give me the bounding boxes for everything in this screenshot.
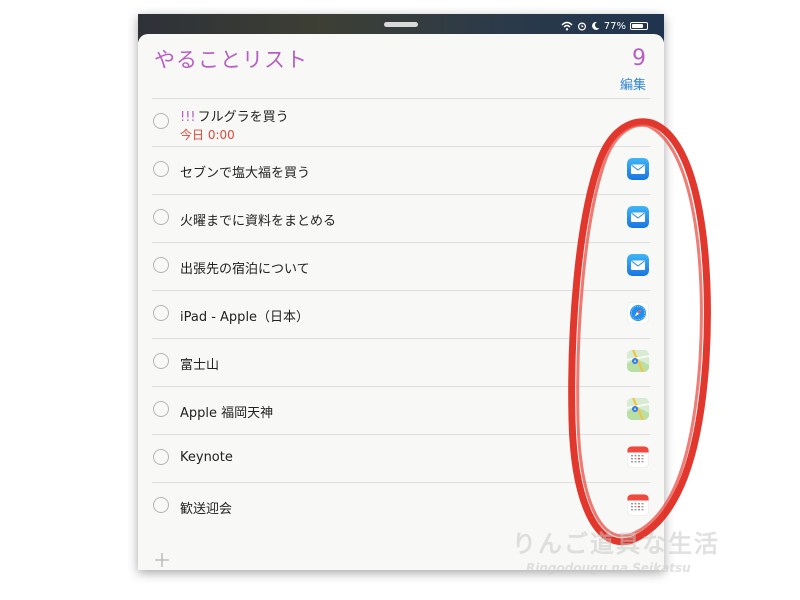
reminder-title-text: Apple 福岡天神 bbox=[180, 406, 274, 421]
reminder-count: 9 bbox=[632, 46, 646, 71]
ipad-screen: 77% やることリスト 9 編集 !!! フルグラを買う今日 0:00 セブンで塩大… bbox=[138, 14, 664, 570]
complete-checkbox[interactable] bbox=[153, 449, 169, 465]
row-divider bbox=[152, 434, 650, 435]
reminder-row[interactable]: 富士山 bbox=[138, 338, 664, 386]
battery-fill bbox=[632, 24, 643, 28]
row-divider bbox=[152, 242, 650, 243]
complete-checkbox[interactable] bbox=[153, 113, 169, 129]
mail-icon[interactable] bbox=[627, 254, 649, 276]
row-divider bbox=[152, 338, 650, 339]
reminder-title: Keynote bbox=[180, 450, 233, 465]
reminder-title: Apple 福岡天神 bbox=[180, 402, 273, 421]
complete-checkbox[interactable] bbox=[153, 305, 169, 321]
alarm-icon bbox=[577, 22, 586, 31]
moon-icon bbox=[591, 21, 600, 30]
reminder-row[interactable]: !!! フルグラを買う今日 0:00 bbox=[138, 98, 664, 146]
reminder-title: !!! フルグラを買う bbox=[180, 106, 289, 125]
row-divider bbox=[152, 386, 650, 387]
reminder-title: 富士山 bbox=[180, 354, 219, 373]
add-reminder-icon[interactable] bbox=[152, 550, 172, 570]
mail-icon[interactable] bbox=[627, 158, 649, 180]
complete-checkbox[interactable] bbox=[153, 401, 169, 417]
wifi-icon bbox=[561, 21, 573, 31]
maps-icon[interactable] bbox=[627, 350, 649, 372]
complete-checkbox[interactable] bbox=[153, 209, 169, 225]
reminder-row[interactable]: 歓送迎会 bbox=[138, 482, 664, 530]
priority-marker: !!! bbox=[180, 110, 196, 125]
reminder-title-text: iPad - Apple（日本） bbox=[180, 310, 310, 325]
reminder-title: 火曜までに資料をまとめる bbox=[180, 210, 336, 229]
row-divider bbox=[152, 98, 650, 99]
reminder-title-text: セブンで塩大福を買う bbox=[180, 166, 311, 181]
reminder-title-text: 富士山 bbox=[180, 358, 220, 373]
reminder-title-text: Keynote bbox=[180, 450, 233, 465]
complete-checkbox[interactable] bbox=[153, 353, 169, 369]
calendar-icon[interactable] bbox=[627, 494, 649, 516]
reminder-row[interactable]: 火曜までに資料をまとめる bbox=[138, 194, 664, 242]
due-date: 今日 0:00 bbox=[180, 128, 235, 142]
mail-icon[interactable] bbox=[627, 206, 649, 228]
reminder-list: !!! フルグラを買う今日 0:00 セブンで塩大福を買う火曜までに資料をまとめる出… bbox=[138, 98, 664, 530]
reminder-row[interactable]: Apple 福岡天神 bbox=[138, 386, 664, 434]
reminder-title-text: フルグラを買う bbox=[197, 110, 289, 125]
complete-checkbox[interactable] bbox=[153, 161, 169, 177]
battery-percent: 77% bbox=[603, 20, 626, 32]
sheet-grabber[interactable] bbox=[384, 22, 418, 27]
maps-icon[interactable] bbox=[627, 398, 649, 420]
status-indicators: 77% bbox=[561, 18, 648, 34]
reminder-title: iPad - Apple（日本） bbox=[180, 306, 309, 325]
reminder-title-text: 歓送迎会 bbox=[180, 502, 233, 517]
complete-checkbox[interactable] bbox=[153, 497, 169, 513]
reminder-title-text: 出張先の宿泊について bbox=[180, 262, 310, 277]
row-divider bbox=[152, 194, 650, 195]
safari-icon[interactable] bbox=[627, 302, 649, 324]
reminders-list-card: やることリスト 9 編集 !!! フルグラを買う今日 0:00 セブンで塩大福を買う… bbox=[138, 34, 664, 570]
reminder-title-text: 火曜までに資料をまとめる bbox=[180, 214, 337, 229]
calendar-icon[interactable] bbox=[627, 446, 649, 468]
battery-icon bbox=[630, 22, 648, 30]
edit-button[interactable]: 編集 bbox=[620, 74, 646, 93]
list-title: やることリスト bbox=[154, 48, 308, 72]
reminder-title: 出張先の宿泊について bbox=[180, 258, 310, 277]
row-divider bbox=[152, 290, 650, 291]
reminder-row[interactable]: Keynote bbox=[138, 434, 664, 482]
reminder-row[interactable]: 出張先の宿泊について bbox=[138, 242, 664, 290]
reminder-row[interactable]: iPad - Apple（日本） bbox=[138, 290, 664, 338]
complete-checkbox[interactable] bbox=[153, 257, 169, 273]
row-divider bbox=[152, 146, 650, 147]
reminder-row[interactable]: セブンで塩大福を買う bbox=[138, 146, 664, 194]
reminder-title: 歓送迎会 bbox=[180, 498, 232, 517]
reminder-title: セブンで塩大福を買う bbox=[180, 162, 310, 181]
row-divider bbox=[152, 482, 650, 483]
